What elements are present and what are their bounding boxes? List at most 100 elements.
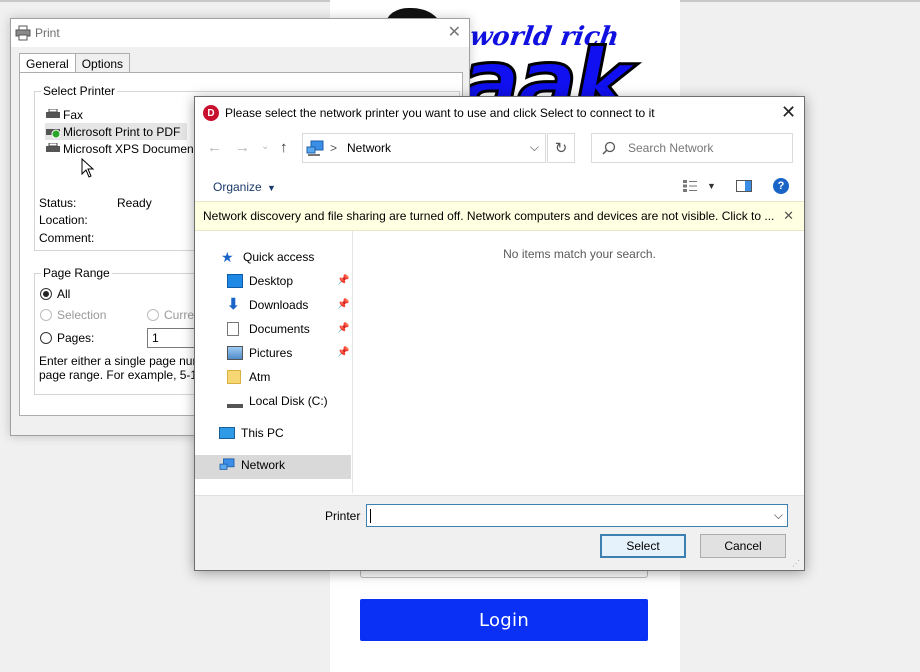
computer-icon [219,427,235,439]
nav-item-network[interactable]: Network [219,453,285,477]
document-icon [227,322,239,336]
nav-item-pictures[interactable]: Pictures [227,341,292,365]
nav-label: Quick access [243,250,315,264]
desktop-icon [227,274,243,288]
nav-label: Atm [249,370,271,384]
range-pages-option[interactable]: Pages: [40,331,94,345]
empty-message: No items match your search. [503,247,656,261]
range-hint-line2: page range. For example, 5-12 [39,368,204,382]
address-bar[interactable]: > Network ⌵ [302,133,546,163]
select-printer-label: Select Printer [41,84,118,98]
printer-name: Fax [63,107,84,122]
back-arrow-icon[interactable]: ← [207,139,222,156]
help-icon[interactable]: ? [773,178,789,194]
breadcrumb-network[interactable]: Network [347,141,391,155]
printer-icon [46,142,60,152]
printer-item-pdf[interactable]: Microsoft Print to PDF [45,123,187,140]
printer-list: Fax Microsoft Print to PDF Microsoft XPS… [45,106,205,157]
pin-icon[interactable]: 📌 [337,323,349,334]
print-titlebar[interactable]: Print ✕ [11,19,469,47]
printer-icon [15,25,31,41]
print-tabs: General Options [19,53,131,74]
chevron-down-icon[interactable]: ⌵ [774,508,783,523]
nav-label: This PC [241,426,284,440]
page-range-label: Page Range [41,266,112,280]
star-icon: ★ [221,249,234,265]
printer-item-xps[interactable]: Microsoft XPS Document [45,140,205,157]
select-button[interactable]: Select [600,534,686,558]
close-icon[interactable]: ✕ [448,22,461,42]
view-options-icon[interactable] [682,179,698,193]
nav-item-desktop[interactable]: Desktop [227,269,293,293]
nav-label: Downloads [249,298,309,312]
dismiss-banner-icon[interactable]: ✕ [783,208,794,224]
banner-text: Network discovery and file sharing are t… [203,209,775,223]
nav-label: Desktop [249,274,294,288]
nav-label: Pictures [249,346,293,360]
chevron-down-icon[interactable]: ⌵ [530,140,539,155]
search-box[interactable]: Search Network [591,133,793,163]
tab-general[interactable]: General [19,53,76,74]
picture-icon [227,346,243,360]
refresh-icon[interactable]: ↻ [547,133,575,163]
breadcrumb-separator: > [330,141,338,155]
network-icon [219,458,235,470]
pin-icon[interactable]: 📌 [337,275,349,286]
recent-locations-icon[interactable]: ⌄ [261,141,269,152]
nav-item-quick-access[interactable]: ★ Quick access [221,245,314,269]
network-dialog-title: Please select the network printer you wa… [225,106,655,120]
caret-down-icon: ▼ [267,183,276,193]
printer-item-fax[interactable]: Fax [45,106,205,123]
fax-printer-icon [46,108,60,118]
printer-name: Microsoft Print to PDF [63,124,181,139]
nav-item-local-disk[interactable]: Local Disk (C:) [227,389,328,413]
resize-grip-icon[interactable]: ⋰ [792,559,800,568]
navigation-pane: ★ Quick access Desktop 📌 ⬇ Downloads 📌 D… [195,231,353,493]
up-arrow-icon[interactable]: ↑ [280,139,288,156]
nav-label: Documents [249,322,310,336]
radio-selection[interactable] [40,309,52,321]
pin-icon[interactable]: 📌 [337,299,349,310]
printer-label: Printer [325,509,361,523]
folder-icon [227,370,241,384]
pin-icon[interactable]: 📌 [337,347,349,358]
range-current-option[interactable]: Curren [147,308,201,322]
search-icon [602,141,616,155]
organize-menu[interactable]: Organize ▼ [213,180,276,194]
nav-label: Local Disk (C:) [249,394,328,408]
status-label: Status: [39,196,77,210]
range-hint-line1: Enter either a single page numbe [39,354,216,368]
network-printer-dialog: Please select the network printer you wa… [194,96,805,571]
search-placeholder: Search Network [628,141,714,155]
view-dropdown-icon[interactable]: ▼ [707,181,716,191]
range-selection-label: Selection [57,308,107,322]
status-value: Ready [117,196,152,210]
network-icon [306,140,324,156]
comment-label: Comment: [39,231,95,245]
forward-arrow-icon[interactable]: → [235,139,250,156]
nav-item-this-pc[interactable]: This PC [219,421,284,445]
file-list-area[interactable] [355,231,804,493]
printer-combobox[interactable]: ⌵ [366,504,788,527]
tab-options[interactable]: Options [74,53,131,73]
network-dialog-titlebar[interactable]: Please select the network printer you wa… [195,97,804,129]
nav-item-atm[interactable]: Atm [227,365,270,389]
download-arrow-icon: ⬇ [227,296,240,313]
nav-item-downloads[interactable]: ⬇ Downloads [227,293,308,317]
close-icon[interactable]: ✕ [781,102,796,123]
default-printer-icon [46,128,61,138]
network-discovery-banner[interactable]: Network discovery and file sharing are t… [195,201,804,231]
range-all-option[interactable]: All [40,287,70,301]
radio-all[interactable] [40,288,52,300]
radio-current[interactable] [147,309,159,321]
nav-item-documents[interactable]: Documents [227,317,310,341]
print-title: Print [35,26,60,40]
preview-pane-icon[interactable] [736,180,752,192]
cancel-button[interactable]: Cancel [700,534,786,558]
range-selection-option[interactable]: Selection [40,308,106,322]
location-label: Location: [39,213,88,227]
nav-label: Network [241,458,286,472]
drive-icon [227,394,243,408]
radio-pages[interactable] [40,332,52,344]
login-button[interactable]: Login [360,599,648,641]
